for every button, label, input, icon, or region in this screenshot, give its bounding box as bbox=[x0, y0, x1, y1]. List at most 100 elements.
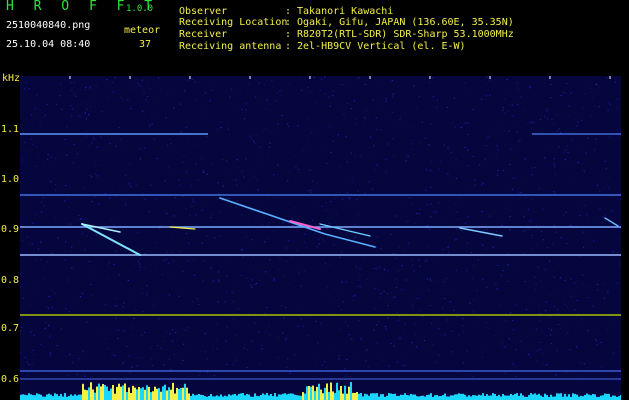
noise-speck bbox=[69, 251, 72, 253]
noise-speck bbox=[619, 346, 621, 348]
noise-speck bbox=[352, 222, 354, 224]
signal-level-bar bbox=[178, 389, 180, 400]
noise-speck bbox=[504, 372, 506, 374]
signal-level-bar bbox=[164, 384, 166, 400]
noise-speck bbox=[390, 343, 392, 344]
noise-speck bbox=[583, 169, 585, 171]
noise-speck bbox=[135, 184, 137, 186]
noise-speck bbox=[279, 257, 281, 259]
noise-speck bbox=[212, 280, 214, 282]
noise-speck bbox=[201, 118, 203, 120]
signal-level-bar bbox=[208, 396, 210, 400]
noise-speck bbox=[567, 128, 569, 130]
noise-speck bbox=[369, 147, 371, 149]
noise-speck bbox=[411, 342, 413, 344]
signal-level-bar bbox=[122, 385, 124, 400]
noise-speck bbox=[182, 195, 184, 197]
noise-speck bbox=[357, 213, 359, 215]
location-value: Ogaki, Gifu, JAPAN (136.60E, 35.35N) bbox=[297, 17, 514, 28]
signal-level-bar bbox=[268, 395, 270, 400]
signal-level-bar bbox=[604, 393, 606, 400]
noise-speck bbox=[530, 121, 532, 123]
noise-speck bbox=[393, 93, 395, 95]
noise-speck bbox=[428, 81, 431, 83]
noise-speck bbox=[192, 301, 194, 303]
noise-speck bbox=[236, 184, 238, 186]
noise-speck bbox=[243, 118, 246, 120]
signal-level-bar bbox=[222, 396, 224, 400]
noise-speck bbox=[125, 175, 127, 177]
noise-speck bbox=[149, 125, 151, 127]
noise-speck bbox=[504, 112, 506, 114]
noise-speck bbox=[256, 283, 258, 284]
noise-speck bbox=[358, 320, 360, 322]
noise-speck bbox=[580, 362, 582, 364]
noise-speck bbox=[240, 274, 242, 276]
noise-speck bbox=[255, 218, 257, 220]
noise-speck bbox=[573, 282, 576, 284]
noise-speck bbox=[265, 271, 267, 273]
noise-speck bbox=[292, 224, 294, 226]
signal-level-bar bbox=[98, 383, 100, 400]
noise-speck bbox=[324, 93, 327, 95]
noise-speck bbox=[304, 233, 306, 235]
noise-speck bbox=[282, 222, 284, 224]
noise-speck bbox=[89, 86, 91, 88]
noise-speck bbox=[80, 89, 82, 91]
signal-level-bar bbox=[180, 388, 182, 400]
signal-level-bar bbox=[92, 389, 94, 400]
noise-speck bbox=[429, 305, 431, 306]
noise-speck bbox=[427, 246, 430, 248]
noise-speck bbox=[206, 173, 208, 175]
noise-speck bbox=[553, 158, 555, 160]
noise-speck bbox=[26, 236, 28, 238]
noise-speck bbox=[368, 366, 370, 368]
noise-speck bbox=[418, 96, 420, 97]
noise-speck bbox=[49, 336, 51, 338]
noise-speck bbox=[414, 324, 416, 326]
noise-speck bbox=[154, 241, 156, 243]
noise-speck bbox=[64, 259, 66, 261]
noise-speck bbox=[66, 126, 68, 128]
signal-level-bar bbox=[258, 396, 260, 400]
signal-level-bar bbox=[248, 394, 250, 400]
noise-speck bbox=[43, 205, 45, 207]
noise-speck bbox=[66, 198, 68, 199]
info-separator: : bbox=[285, 29, 292, 40]
noise-speck bbox=[141, 292, 143, 294]
signal-level-bar bbox=[160, 391, 162, 400]
signal-level-bar bbox=[368, 395, 370, 400]
noise-speck bbox=[218, 271, 220, 273]
noise-speck bbox=[29, 304, 31, 306]
noise-speck bbox=[250, 284, 252, 286]
noise-speck bbox=[605, 168, 607, 170]
noise-speck bbox=[89, 87, 91, 89]
noise-speck bbox=[26, 150, 28, 152]
noise-speck bbox=[54, 184, 57, 186]
signal-level-bar bbox=[302, 392, 304, 400]
noise-speck bbox=[456, 211, 458, 213]
signal-level-bar bbox=[242, 393, 244, 400]
signal-level-bar bbox=[414, 394, 416, 400]
noise-speck bbox=[538, 188, 540, 190]
noise-speck bbox=[130, 108, 132, 110]
noise-speck bbox=[329, 105, 331, 107]
signal-level-bar bbox=[450, 395, 452, 400]
noise-speck bbox=[198, 375, 200, 376]
signal-level-bar bbox=[502, 393, 504, 400]
noise-speck bbox=[59, 95, 61, 97]
noise-speck bbox=[395, 258, 397, 260]
noise-speck bbox=[141, 79, 143, 81]
noise-speck bbox=[267, 224, 269, 226]
signal-level-bar bbox=[410, 394, 412, 400]
noise-speck bbox=[549, 294, 551, 296]
noise-speck bbox=[229, 134, 231, 135]
noise-speck bbox=[426, 227, 428, 229]
noise-speck bbox=[456, 316, 458, 318]
noise-speck bbox=[511, 319, 514, 321]
noise-speck bbox=[539, 320, 541, 321]
noise-speck bbox=[578, 255, 580, 257]
noise-speck bbox=[517, 103, 519, 105]
noise-speck bbox=[498, 306, 500, 308]
noise-speck bbox=[156, 98, 158, 100]
